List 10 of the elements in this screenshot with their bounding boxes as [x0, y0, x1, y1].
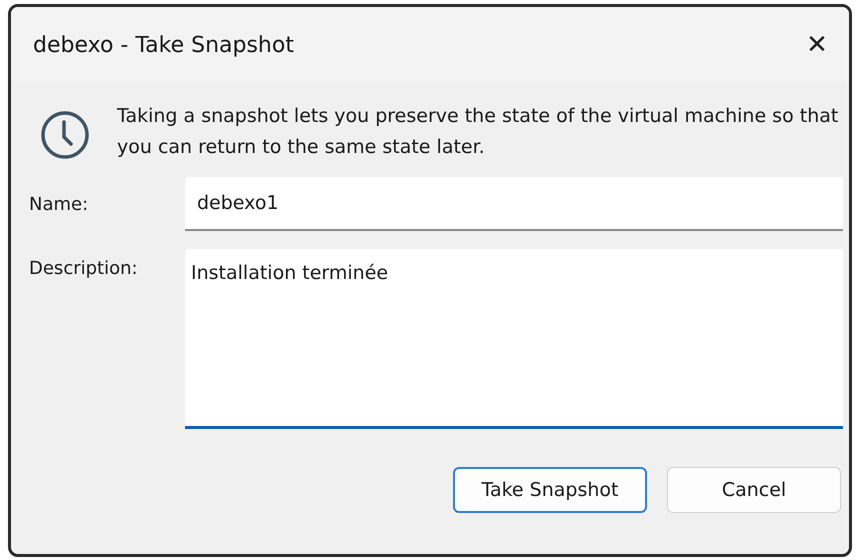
field-label: Description: — [29, 257, 139, 281]
description-text: Taking a snapshot lets you preserve the state of the virtual machine so that you can return to the same state later. — [117, 104, 840, 160]
cancel-button[interactable]: Cancel — [667, 467, 841, 513]
description-field[interactable]: Installation terminée — [185, 249, 843, 429]
field-label: Name: — [29, 193, 90, 217]
name-field[interactable]: debexo1 — [185, 177, 843, 231]
clock-icon — [39, 109, 91, 161]
window-title: debexo - Take Snapshot — [33, 32, 294, 60]
close-button[interactable]: ✕ — [795, 23, 839, 67]
take-snapshot-button[interactable]: Take Snapshot — [453, 467, 647, 513]
